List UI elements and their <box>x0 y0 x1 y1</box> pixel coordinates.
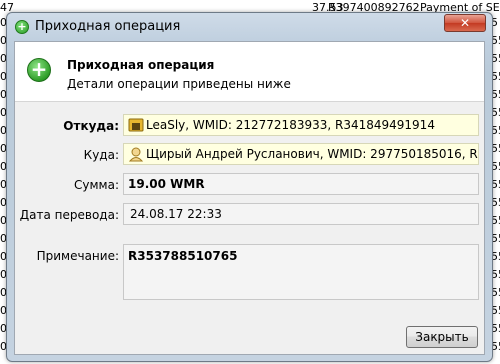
amount-label: Сумма: <box>74 178 119 192</box>
window-title: Приходная операция <box>35 19 181 34</box>
header-subtitle: Детали операции приведены ниже <box>67 77 291 91</box>
from-label: Откуда: <box>63 119 119 133</box>
plus-icon: + <box>15 20 29 34</box>
to-field[interactable]: Щирый Андрей Русланович, WMID: 297750185… <box>123 143 479 165</box>
note-label: Примечание: <box>36 249 119 263</box>
to-label: Куда: <box>83 148 119 162</box>
to-value: Щирый Андрей Русланович, WMID: 297750185… <box>146 147 478 161</box>
dialog-window: + Приходная операция ✕ + Приходная опера… <box>6 12 493 362</box>
from-field[interactable]: LeaSly, WMID: 212772183933, R34184949191… <box>123 114 479 136</box>
dialog-body: + Приходная операция Детали операции при… <box>14 41 485 355</box>
wallet-icon <box>128 118 144 131</box>
close-button[interactable]: Закрыть <box>406 326 478 348</box>
note-field[interactable]: R353788510765 <box>123 244 479 300</box>
from-value: LeaSly, WMID: 212772183933, R34184949191… <box>146 118 435 132</box>
header-title: Приходная операция <box>67 58 215 72</box>
title-bar[interactable]: + Приходная операция ✕ <box>7 13 492 41</box>
amount-field[interactable]: 19.00 WMR <box>123 173 479 195</box>
dialog-header: + Приходная операция Детали операции при… <box>15 42 484 102</box>
window-close-button[interactable]: ✕ <box>444 14 486 32</box>
date-label: Дата перевода: <box>19 208 119 222</box>
user-icon <box>128 147 144 161</box>
plus-circle-icon: + <box>27 58 51 82</box>
date-field[interactable]: 24.08.17 22:33 <box>123 203 479 225</box>
